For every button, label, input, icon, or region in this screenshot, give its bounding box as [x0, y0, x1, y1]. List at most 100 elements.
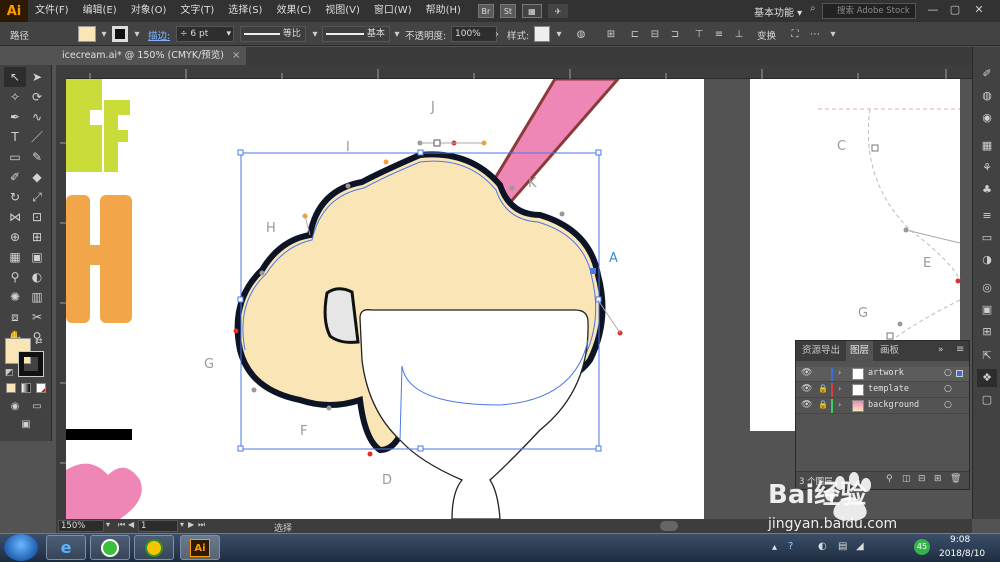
- bridge-button[interactable]: Br: [477, 4, 494, 18]
- align-to-icon[interactable]: ⊞: [604, 28, 618, 42]
- gpu-performance-icon[interactable]: ✈: [547, 4, 568, 18]
- visibility-eye-icon[interactable]: 👁: [801, 368, 812, 378]
- change-screen-mode-icon[interactable]: ▣: [15, 415, 37, 435]
- menu-effect[interactable]: 效果(C): [269, 0, 318, 22]
- properties-icon[interactable]: ✐: [977, 65, 997, 83]
- panel-menu-icon[interactable]: ≡: [956, 344, 964, 355]
- menu-window[interactable]: 窗口(W): [367, 0, 419, 22]
- document-tab-close-icon[interactable]: ×: [232, 47, 244, 65]
- selection-square-icon[interactable]: [956, 370, 963, 377]
- menu-file[interactable]: 文件(F): [28, 0, 76, 22]
- transparency-icon[interactable]: ◑: [977, 251, 997, 269]
- taskbar-app-button[interactable]: [90, 535, 130, 560]
- target-circle-icon[interactable]: ○: [944, 400, 952, 410]
- menu-object[interactable]: 对象(O): [124, 0, 174, 22]
- rectangle-tool-icon[interactable]: ▭: [4, 147, 26, 167]
- shape-builder-options-icon[interactable]: ⋯: [808, 28, 822, 42]
- arrange-documents-icon[interactable]: ▦: [521, 4, 542, 18]
- menu-edit[interactable]: 编辑(E): [76, 0, 124, 22]
- paintbrush-tool-icon[interactable]: ✎: [26, 147, 48, 167]
- align-left-icon[interactable]: ⊏: [628, 28, 642, 42]
- taskbar-illustrator-button[interactable]: Ai: [180, 535, 220, 560]
- panel-collapse-icon[interactable]: »: [938, 345, 944, 355]
- align-panel-icon[interactable]: ⊞: [977, 323, 997, 341]
- graphic-style-swatch[interactable]: [534, 26, 550, 42]
- last-artboard-icon[interactable]: ⏭: [198, 520, 205, 530]
- screen-mode-icon[interactable]: ▭: [26, 397, 48, 417]
- swap-fill-stroke-icon[interactable]: ⇄: [35, 337, 43, 347]
- magic-wand-tool-icon[interactable]: ✧: [4, 87, 26, 107]
- next-artboard-icon[interactable]: ▶: [188, 520, 194, 529]
- default-fill-stroke-icon[interactable]: ◩: [5, 368, 14, 378]
- width-tool-icon[interactable]: ⋈: [4, 207, 26, 227]
- align-top-icon[interactable]: ⊤: [692, 28, 706, 42]
- symbol-sprayer-tool-icon[interactable]: ✺: [4, 287, 26, 307]
- horizontal-ruler[interactable]: [66, 65, 972, 79]
- transform-panel-link[interactable]: 变换: [757, 28, 776, 42]
- profile-chevron-icon[interactable]: ▾: [308, 28, 322, 42]
- horizontal-scrollbar-thumb[interactable]: [660, 521, 678, 531]
- lasso-tool-icon[interactable]: ⟳: [26, 87, 48, 107]
- perspective-grid-tool-icon[interactable]: ⊞: [26, 227, 48, 247]
- swatches-icon[interactable]: ▦: [977, 137, 997, 155]
- artboard-number-field[interactable]: 1: [138, 520, 178, 532]
- line-segment-tool-icon[interactable]: ／: [26, 127, 48, 147]
- shape-builder-tool-icon[interactable]: ⊕: [4, 227, 26, 247]
- fill-dropdown-chevron-icon[interactable]: ▾: [97, 28, 111, 42]
- zoom-chevron-icon[interactable]: ▾: [106, 520, 110, 529]
- expand-chevron-icon[interactable]: ›: [838, 384, 841, 393]
- lock-icon[interactable]: 🔒: [818, 400, 828, 409]
- column-graph-tool-icon[interactable]: ▥: [26, 287, 48, 307]
- align-bottom-icon[interactable]: ⊥: [732, 28, 746, 42]
- minimize-icon[interactable]: —: [924, 2, 942, 18]
- mesh-tool-icon[interactable]: ▦: [4, 247, 26, 267]
- libraries-icon[interactable]: ◍: [977, 87, 997, 105]
- previous-artboard-icon[interactable]: ◀: [128, 520, 134, 529]
- stroke-icon[interactable]: ≡: [977, 207, 997, 225]
- pen-tool-icon[interactable]: ✒: [4, 107, 26, 127]
- artboard-chevron-icon[interactable]: ▾: [180, 520, 184, 529]
- expand-chevron-icon[interactable]: ›: [838, 368, 841, 377]
- fill-swatch[interactable]: [78, 26, 96, 42]
- scale-tool-icon[interactable]: ⤢: [26, 187, 48, 207]
- layer-name-template[interactable]: template: [868, 384, 909, 394]
- tab-artboards[interactable]: 画板: [876, 341, 903, 361]
- color-mode-icon[interactable]: [6, 383, 16, 393]
- draw-mode-icon[interactable]: ◉: [4, 397, 26, 417]
- brush-chevron-icon[interactable]: ▾: [390, 28, 404, 42]
- layer-name-artwork[interactable]: artwork: [868, 368, 904, 378]
- eyedropper-tool-icon[interactable]: ⚲: [4, 267, 26, 287]
- stroke-swatch[interactable]: [112, 26, 128, 42]
- none-mode-icon[interactable]: [36, 383, 46, 393]
- recolor-artwork-icon[interactable]: ◍: [574, 28, 588, 42]
- eraser-tool-icon[interactable]: ◆: [26, 167, 48, 187]
- appearance-icon[interactable]: ◎: [977, 279, 997, 297]
- windows-start-button[interactable]: [4, 534, 38, 561]
- slice-tool-icon[interactable]: ✂: [26, 307, 48, 327]
- close-icon[interactable]: ✕: [970, 2, 988, 18]
- direct-selection-tool-icon[interactable]: ➤: [26, 67, 48, 87]
- rotate-tool-icon[interactable]: ↻: [4, 187, 26, 207]
- layers-icon[interactable]: ❖: [977, 369, 997, 387]
- tab-asset-export[interactable]: 资源导出: [798, 341, 844, 361]
- menu-type[interactable]: 文字(T): [173, 0, 221, 22]
- gradient-mode-icon[interactable]: [21, 383, 31, 393]
- selection-tool-icon[interactable]: ↖: [4, 67, 26, 87]
- taskbar-360-button[interactable]: [134, 535, 174, 560]
- curvature-tool-icon[interactable]: ∿: [26, 107, 48, 127]
- menu-help[interactable]: 帮助(H): [419, 0, 468, 22]
- layer-name-background[interactable]: background: [868, 400, 919, 410]
- layer-row-background[interactable]: 👁 🔒 › background ○: [796, 399, 969, 414]
- target-circle-icon[interactable]: ○: [944, 384, 952, 394]
- graphic-styles-icon[interactable]: ▣: [977, 301, 997, 319]
- artboard-tool-icon[interactable]: ⧈: [4, 307, 26, 327]
- symbols-icon[interactable]: ♣: [977, 181, 997, 199]
- menu-view[interactable]: 视图(V): [318, 0, 367, 22]
- align-center-icon[interactable]: ⊟: [648, 28, 662, 42]
- taskbar-ie-button[interactable]: e: [46, 535, 86, 560]
- ruler-origin[interactable]: [56, 65, 66, 79]
- workspace-switcher[interactable]: 基本功能 ▾: [754, 4, 802, 19]
- align-middle-icon[interactable]: ≡: [712, 28, 726, 42]
- blend-tool-icon[interactable]: ◐: [26, 267, 48, 287]
- layer-row-template[interactable]: 👁 🔒 › template ○: [796, 383, 969, 398]
